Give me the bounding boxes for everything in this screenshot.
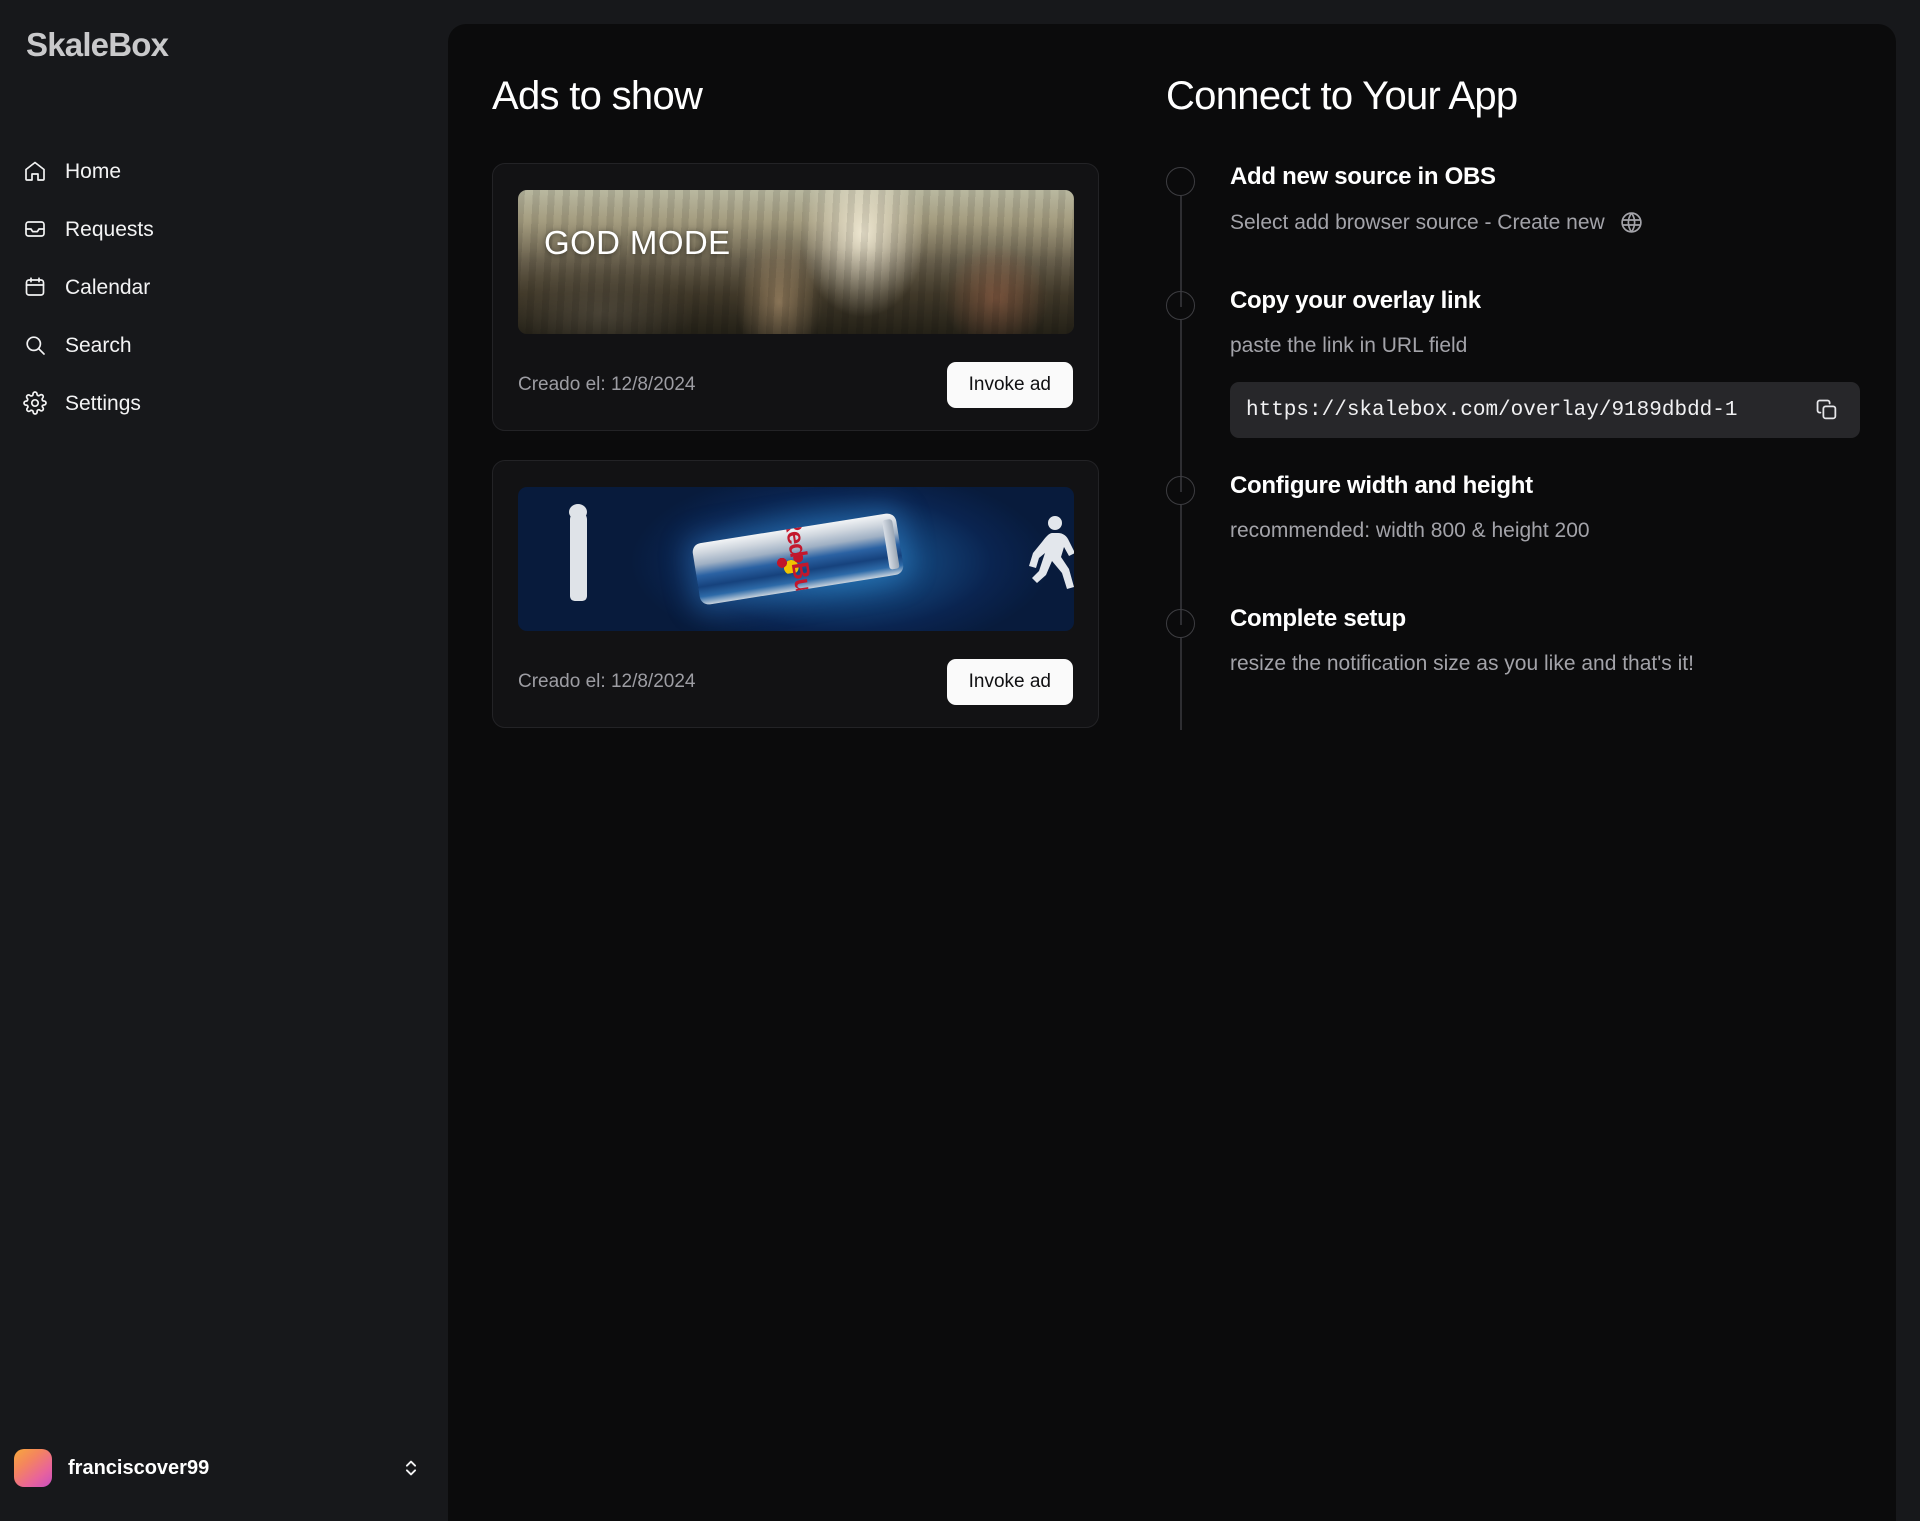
step-connector-line bbox=[1180, 638, 1182, 730]
red-bull-wordmark: Red Bull bbox=[778, 512, 819, 606]
calendar-icon bbox=[22, 274, 48, 300]
ad-banner-red-bull: Red Bull bbox=[518, 487, 1074, 631]
step-connector-line bbox=[1180, 505, 1182, 625]
gear-icon bbox=[22, 390, 48, 416]
setup-step: Copy your overlay link paste the link in… bbox=[1166, 287, 1860, 492]
user-account-switcher[interactable]: franciscover99 bbox=[0, 1433, 448, 1503]
search-icon bbox=[22, 332, 48, 358]
ad-card[interactable]: GOD MODE Creado el: 12/8/2024 Invoke ad bbox=[492, 163, 1099, 431]
copy-icon[interactable] bbox=[1814, 397, 1841, 424]
step-description-text: recommended: width 800 & height 200 bbox=[1230, 519, 1590, 542]
ad-banner-god-mode: GOD MODE bbox=[518, 190, 1074, 334]
ads-section: Ads to show GOD MODE Creado el: 12/8/202… bbox=[448, 74, 1108, 1521]
sidebar-item-search[interactable]: Search bbox=[0, 316, 448, 374]
step-connector-line bbox=[1180, 320, 1182, 492]
connect-section-title: Connect to Your App bbox=[1166, 74, 1518, 118]
step-title: Complete setup bbox=[1230, 605, 1406, 632]
step-marker-icon bbox=[1166, 476, 1195, 505]
step-description-text: resize the notification size as you like… bbox=[1230, 652, 1694, 675]
step-marker-icon bbox=[1166, 291, 1195, 320]
step-description-text: Select add browser source - Create new bbox=[1230, 210, 1605, 234]
ad-banner-label: GOD MODE bbox=[544, 224, 731, 261]
step-description-text: paste the link in URL field bbox=[1230, 334, 1468, 357]
setup-step: Configure width and height recommended: … bbox=[1166, 472, 1860, 625]
user-name: franciscover99 bbox=[68, 1456, 210, 1479]
setup-step: Add new source in OBS Select add browser… bbox=[1166, 163, 1860, 307]
step-marker-icon bbox=[1166, 609, 1195, 638]
standing-person-silhouette-icon bbox=[569, 504, 587, 601]
red-bull-can: Red Bull bbox=[691, 512, 905, 606]
step-title: Add new source in OBS bbox=[1230, 163, 1496, 190]
step-marker-icon bbox=[1166, 167, 1195, 196]
inbox-icon bbox=[22, 216, 48, 242]
ads-section-title: Ads to show bbox=[492, 74, 703, 118]
home-icon bbox=[22, 158, 48, 184]
ad-created-date: Creado el: 12/8/2024 bbox=[518, 374, 696, 395]
ad-card-footer: Creado el: 12/8/2024 Invoke ad bbox=[518, 659, 1073, 705]
sidebar-item-label: Calendar bbox=[65, 275, 151, 299]
setup-step: Complete setup resize the notification s… bbox=[1166, 605, 1860, 730]
step-description: recommended: width 800 & height 200 bbox=[1230, 519, 1860, 543]
sidebar-item-label: Search bbox=[65, 333, 132, 357]
invoke-ad-button[interactable]: Invoke ad bbox=[946, 659, 1073, 705]
sidebar-item-label: Home bbox=[65, 159, 122, 183]
globe-icon bbox=[1619, 210, 1644, 235]
step-title: Configure width and height bbox=[1230, 472, 1533, 499]
can-tab bbox=[881, 518, 900, 570]
chevron-up-down-icon[interactable] bbox=[400, 1457, 422, 1479]
step-description: paste the link in URL field bbox=[1230, 334, 1860, 358]
sidebar-item-label: Requests bbox=[65, 217, 154, 241]
sidebar-item-home[interactable]: Home bbox=[0, 142, 448, 200]
overlay-url-field[interactable]: https://skalebox.com/overlay/9189dbdd-1 bbox=[1230, 382, 1860, 438]
sidebar-nav: Home Requests Calendar Search Settings bbox=[0, 142, 448, 432]
connect-section: Connect to Your App Add new source in OB… bbox=[1108, 74, 1896, 1521]
invoke-ad-button[interactable]: Invoke ad bbox=[946, 362, 1073, 408]
sidebar-item-calendar[interactable]: Calendar bbox=[0, 258, 448, 316]
ad-card[interactable]: Red Bull Creado el: 12/8/2024 Invoke ad bbox=[492, 460, 1099, 728]
step-description: Select add browser source - Create new bbox=[1230, 210, 1860, 235]
step-description: resize the notification size as you like… bbox=[1230, 652, 1860, 676]
main-panel: Ads to show GOD MODE Creado el: 12/8/202… bbox=[448, 24, 1896, 1521]
ad-created-date: Creado el: 12/8/2024 bbox=[518, 671, 696, 692]
sidebar-item-settings[interactable]: Settings bbox=[0, 374, 448, 432]
avatar bbox=[14, 1449, 52, 1487]
app-logo[interactable]: SkaleBox bbox=[0, 0, 448, 76]
sidebar: SkaleBox Home Requests Calendar Search S… bbox=[0, 0, 448, 1521]
step-title: Copy your overlay link bbox=[1230, 287, 1481, 314]
sidebar-item-label: Settings bbox=[65, 391, 141, 415]
sidebar-item-requests[interactable]: Requests bbox=[0, 200, 448, 258]
ad-card-footer: Creado el: 12/8/2024 Invoke ad bbox=[518, 362, 1073, 408]
app-root: SkaleBox Home Requests Calendar Search S… bbox=[0, 0, 1920, 1521]
setup-steps-timeline: Add new source in OBS Select add browser… bbox=[1166, 163, 1860, 730]
overlay-url-value: https://skalebox.com/overlay/9189dbdd-1 bbox=[1246, 398, 1738, 422]
